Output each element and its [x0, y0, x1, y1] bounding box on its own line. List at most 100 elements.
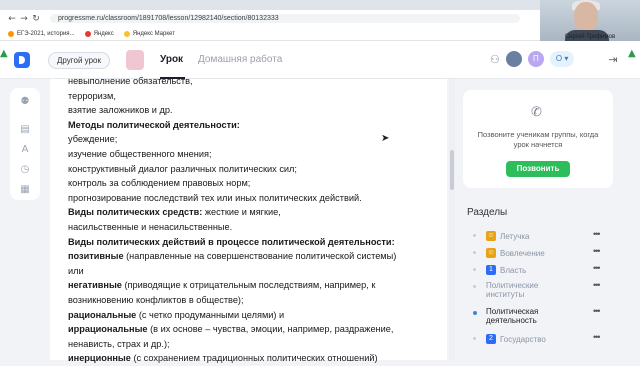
number-1-icon: 1: [486, 265, 496, 275]
yandex-icon: [84, 30, 91, 37]
section-label: Вовлечение: [500, 249, 545, 258]
text-fragment: терроризм,: [68, 90, 116, 101]
section-dot-icon: [473, 311, 477, 315]
section-label: Летучка: [500, 232, 530, 241]
section-item[interactable]: 1 Власть •••: [463, 262, 613, 279]
text-fragment: или: [68, 265, 84, 276]
section-label: Политическая деятельность: [486, 307, 539, 325]
section-item[interactable]: ☺ Летучка •••: [463, 228, 613, 245]
chat-icon[interactable]: ▤: [19, 124, 31, 136]
text-line: инерционные (с сохранением традиционных …: [68, 351, 438, 366]
forward-icon[interactable]: →: [18, 14, 30, 24]
text-line: изучение общественного мнения;: [68, 147, 438, 162]
text-fragment: (с сохранением традиционных политических…: [130, 353, 378, 364]
layout-icon[interactable]: ▦: [19, 184, 31, 196]
back-icon[interactable]: ←: [6, 14, 18, 24]
bookmark-ege[interactable]: ЕГЭ-2021, история...: [8, 30, 75, 37]
mouse-cursor-icon: ➤: [381, 133, 390, 144]
bold-term: позитивные: [68, 251, 124, 262]
exit-icon[interactable]: ⇥: [604, 51, 622, 69]
bookmark-label: ЕГЭ-2021, история...: [17, 30, 75, 37]
section-item[interactable]: Политические институты •••: [463, 279, 613, 305]
lesson-text: невыполнение обязательств, терроризм, взят…: [68, 74, 438, 366]
section-label: Политические институты: [486, 281, 539, 299]
users-icon[interactable]: ⚉: [19, 96, 31, 108]
text-fragment: невыполнение обязательств,: [68, 76, 193, 86]
add-user-icon[interactable]: ⚇: [490, 53, 500, 66]
text-fragment: убеждение;: [68, 134, 118, 145]
more-icon[interactable]: •••: [593, 229, 601, 239]
text-line: терроризм,: [68, 89, 438, 104]
section-item[interactable]: ☺ Вовлечение •••: [463, 245, 613, 262]
text-fragment: жесткие и мягкие,: [202, 207, 281, 218]
smiley-icon: ☺: [486, 248, 496, 258]
bold-term: Виды политических действий в процессе по…: [68, 236, 395, 247]
bookmark-yandex-market[interactable]: Яндекс Маркет: [123, 30, 175, 37]
avatar[interactable]: [505, 51, 522, 67]
scrollbar[interactable]: [449, 79, 455, 360]
left-toolbar: ⚉ ▤ A ◷ ▦: [10, 88, 40, 200]
more-icon[interactable]: •••: [593, 332, 601, 342]
more-icon[interactable]: •••: [593, 263, 601, 273]
text-fragment: возникновению конфликтов в обществе);: [68, 294, 244, 305]
timer-icon[interactable]: ◷: [19, 164, 31, 176]
webcam-person-face: [574, 2, 598, 32]
tab-homework[interactable]: Домашняя работа: [198, 54, 282, 65]
bookmark-icon: [8, 30, 14, 37]
pill-label: О: [555, 54, 563, 63]
section-dot-icon: [473, 251, 476, 254]
text-fragment: изучение общественного мнения;: [68, 148, 212, 159]
tree-decoration-icon: ▲: [0, 48, 8, 59]
text-fragment: насильственные и ненасильственные.: [68, 221, 233, 232]
section-label: Государство: [500, 335, 546, 344]
section-dot-icon: [473, 337, 476, 340]
text-fragment: (приводящие к отрицательным последствиям…: [121, 280, 376, 291]
text-line: или: [68, 264, 438, 279]
text-fragment: конструктивный диалог различных политиче…: [68, 163, 297, 174]
other-lesson-button[interactable]: Другой урок: [48, 52, 110, 69]
url-field[interactable]: progressme.ru/classroom/1891708/lesson/1…: [50, 14, 520, 23]
avatar-p[interactable]: П: [527, 51, 544, 67]
bold-term: инерционные: [68, 353, 131, 364]
more-icon[interactable]: •••: [593, 306, 601, 316]
translate-icon[interactable]: A: [19, 144, 31, 156]
tab-lesson[interactable]: Урок: [160, 54, 183, 65]
scrollbar-thumb[interactable]: [450, 150, 454, 190]
bold-term: Методы политической деятельности:: [68, 119, 240, 130]
text-fragment: прогнозирование последствий тех или иных…: [68, 192, 362, 203]
text-line: взятие заложников и др.: [68, 103, 438, 118]
text-fragment: (направленные на совершенствование полит…: [123, 251, 397, 262]
more-icon[interactable]: •••: [593, 280, 601, 290]
text-line: Виды политических средств: жесткие и мяг…: [68, 205, 438, 220]
text-line: иррациональные (в их основе – чувства, э…: [68, 322, 438, 337]
participant-o-pill[interactable]: О ▾: [549, 51, 575, 67]
smiley-icon: ☺: [486, 231, 496, 241]
section-label: Власть: [500, 266, 527, 275]
text-line: возникновению конфликтов в обществе);: [68, 293, 438, 308]
call-hint-text: Позвоните ученикам группы, когда урок на…: [477, 130, 599, 149]
text-line: насильственные и ненасильственные.: [68, 220, 438, 235]
text-line: Методы политической деятельности:: [68, 118, 438, 133]
reload-icon[interactable]: ↻: [30, 14, 42, 24]
more-icon[interactable]: •••: [593, 246, 601, 256]
lesson-thumbnail[interactable]: [126, 50, 144, 70]
bold-term: Виды политических средств:: [68, 207, 203, 218]
text-line: рациональные (с четко продуманными целям…: [68, 308, 438, 323]
section-dot-icon: [473, 285, 476, 288]
text-line: ненависть, страх и др.);: [68, 337, 438, 352]
text-line: невыполнение обязательств,: [68, 74, 438, 89]
text-fragment: контроль за соблюдением правовых норм;: [68, 178, 251, 189]
bookmark-yandex[interactable]: Яндекс: [84, 30, 114, 37]
bookmark-label: Яндекс Маркет: [132, 30, 175, 37]
text-fragment: ненависть, страх и др.);: [68, 338, 170, 349]
section-item[interactable]: Политическая деятельность •••: [463, 305, 613, 331]
text-line: конструктивный диалог различных политиче…: [68, 162, 438, 177]
bold-term: негативные: [68, 280, 122, 291]
text-line: позитивные (направленные на совершенство…: [68, 249, 438, 264]
call-button[interactable]: Позвонить: [506, 161, 570, 177]
progressme-logo-icon[interactable]: [14, 52, 30, 68]
bold-term: рациональные: [68, 309, 137, 320]
text-line: негативные (приводящие к отрицательным п…: [68, 278, 438, 293]
section-item[interactable]: 2 Государство •••: [463, 331, 613, 348]
sections-list: ☺ Летучка ••• ☺ Вовлечение ••• 1 Власть ••• Полит…: [463, 228, 613, 348]
